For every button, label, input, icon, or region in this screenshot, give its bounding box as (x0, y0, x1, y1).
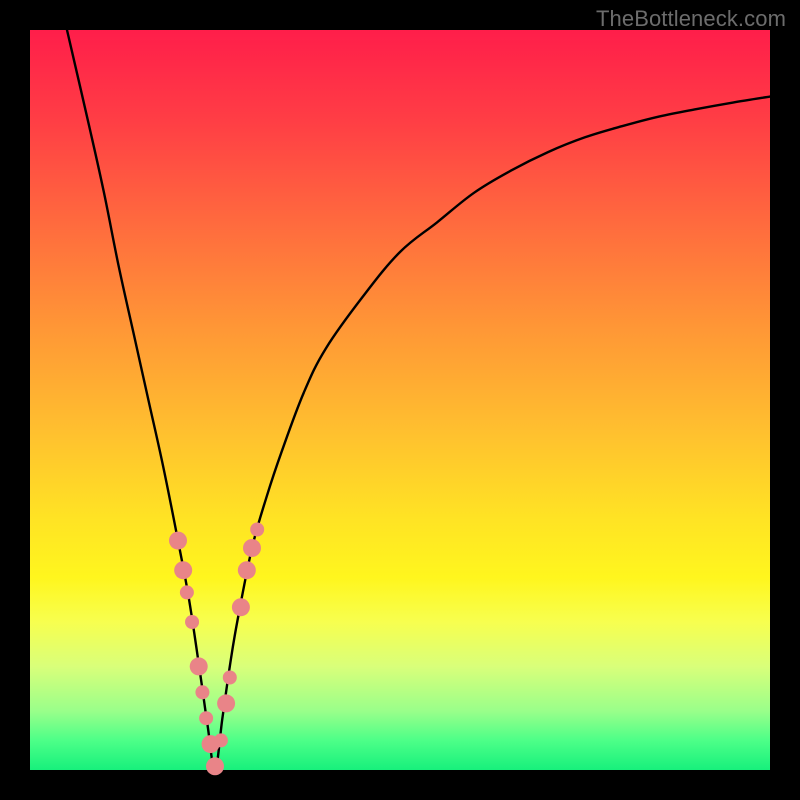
data-marker (223, 671, 237, 685)
data-marker (243, 539, 261, 557)
data-marker (199, 711, 213, 725)
data-marker (232, 598, 250, 616)
bottleneck-chart (30, 30, 770, 770)
data-marker (185, 615, 199, 629)
data-marker (195, 685, 209, 699)
data-marker (250, 523, 264, 537)
data-marker (180, 585, 194, 599)
data-marker (190, 657, 208, 675)
data-marker (238, 561, 256, 579)
data-marker (206, 757, 224, 775)
watermark-label: TheBottleneck.com (596, 6, 786, 32)
data-marker (169, 532, 187, 550)
data-marker (217, 694, 235, 712)
data-marker (214, 733, 228, 747)
data-marker (174, 561, 192, 579)
bottleneck-curve-path (67, 30, 770, 770)
